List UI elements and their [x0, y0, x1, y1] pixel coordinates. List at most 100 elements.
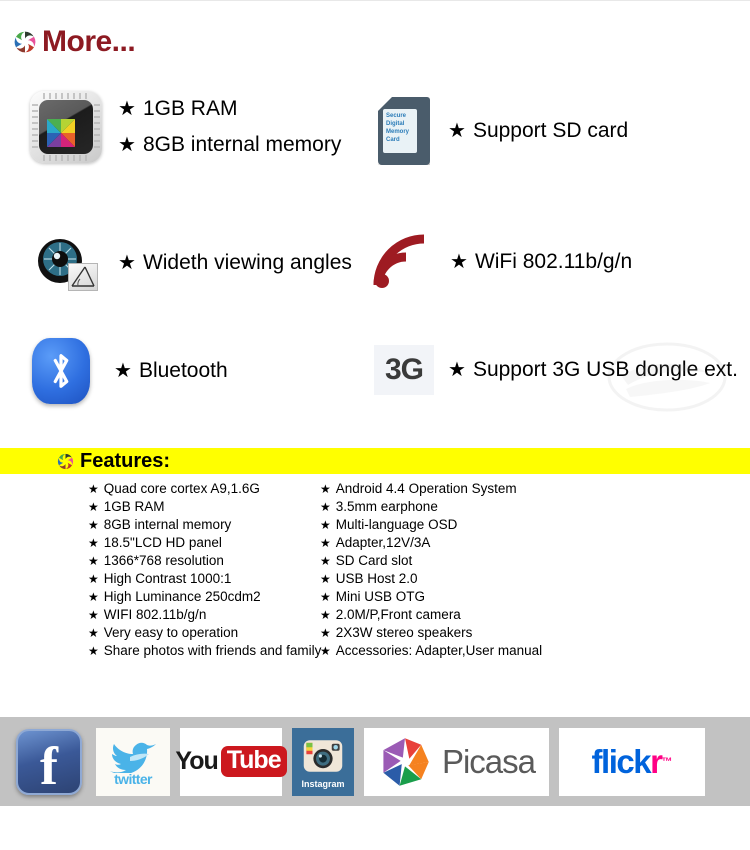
feature-label: 8GB internal memory — [103, 517, 232, 532]
social-link-instagram[interactable]: Instagram — [292, 727, 354, 796]
flickr-tm-label: ™ — [661, 755, 673, 768]
star-bullet-icon: ★ — [88, 554, 99, 568]
star-bullet-icon: ★ — [88, 590, 99, 604]
star-bullet-icon: ★ — [450, 251, 468, 273]
flickr-blue-label: flick — [591, 742, 652, 780]
page-title: More... — [42, 25, 136, 58]
social-link-flickr[interactable]: flick r ™ — [559, 727, 705, 796]
feature-list-item: ★ USB Host 2.0 — [320, 570, 710, 588]
star-bullet-icon: ★ — [88, 644, 99, 658]
feature-list-item: ★ Mini USB OTG — [320, 588, 710, 606]
spec-label: Support SD card — [472, 119, 629, 142]
star-bullet-icon: ★ — [88, 536, 99, 550]
feature-label: 2.0M/P,Front camera — [335, 607, 461, 622]
spec-row-bluetooth: ★ Bluetooth — [32, 338, 228, 404]
bluetooth-icon — [32, 338, 90, 404]
youtube-you-label: You — [175, 747, 218, 775]
star-bullet-icon: ★ — [88, 572, 99, 586]
star-bullet-icon: ★ — [320, 518, 331, 532]
spec-row-viewing-angle: ★ Wideth viewing angles — [36, 235, 352, 291]
spec-row-3g: 3G ★ Support 3G USB dongle ext. — [374, 345, 738, 395]
sd-card-icon: Secure Digital Memory Card — [378, 97, 430, 165]
feature-list-item: ★ Adapter,12V/3A — [320, 534, 710, 552]
spec-label: 8GB internal memory — [142, 133, 342, 156]
spec-line: ★ 8GB internal memory — [118, 133, 341, 157]
star-bullet-icon: ★ — [320, 572, 331, 586]
feature-label: SD Card slot — [335, 553, 413, 568]
social-link-twitter[interactable]: twitter — [96, 727, 170, 796]
facebook-icon: f — [16, 728, 82, 796]
feature-label: Quad core cortex A9,1.6G — [103, 481, 260, 496]
star-bullet-icon: ★ — [88, 482, 99, 496]
social-link-picasa[interactable]: Picasa — [364, 727, 549, 796]
social-links-bar: f twitter You Tube Instagram Picasa flic… — [0, 717, 750, 806]
youtube-tube-label: Tube — [220, 746, 287, 777]
twitter-bird-icon — [110, 742, 156, 773]
feature-list-item: ★ Very easy to operation — [88, 624, 310, 642]
feature-label: Mini USB OTG — [335, 589, 426, 604]
spec-label: Support 3G USB dongle ext. — [472, 358, 738, 381]
star-bullet-icon: ★ — [118, 252, 136, 274]
feature-list-item: ★ Quad core cortex A9,1.6G — [88, 480, 310, 498]
instagram-camera-icon — [303, 739, 343, 772]
feature-list-item: ★ High Luminance 250cdm2 — [88, 588, 310, 606]
spec-row-wifi: ★ WiFi 802.11b/g/n — [372, 233, 632, 291]
star-bullet-icon: ★ — [448, 120, 466, 142]
features-banner: Features: — [0, 448, 750, 474]
star-bullet-icon: ★ — [320, 536, 331, 550]
star-bullet-icon: ★ — [320, 644, 331, 658]
star-bullet-icon: ★ — [320, 626, 331, 640]
feature-list-item: ★ Android 4.4 Operation System — [320, 480, 710, 498]
features-right-column: ★ Android 4.4 Operation System ★ 3.5mm earp… — [310, 480, 710, 660]
social-link-facebook[interactable]: f — [12, 727, 86, 796]
spec-label: Wideth viewing angles — [142, 251, 352, 274]
more-header: More... — [12, 25, 136, 58]
feature-list-item: ★ WIFI 802.11b/g/n — [88, 606, 310, 624]
spec-label: WiFi 802.11b/g/n — [474, 250, 633, 273]
feature-list-item: ★ SD Card slot — [320, 552, 710, 570]
product-feature-page: More... ★ 1GB RAM ★ 8GB internal memory … — [0, 0, 750, 850]
feature-list-item: ★ 1GB RAM — [88, 498, 310, 516]
feature-label: Very easy to operation — [103, 625, 239, 640]
twitter-label: twitter — [114, 770, 152, 787]
feature-label: 1GB RAM — [103, 499, 165, 514]
spec-line: ★ Wideth viewing angles — [118, 251, 352, 275]
feature-label: Android 4.4 Operation System — [335, 481, 517, 496]
feature-label: High Luminance 250cdm2 — [103, 589, 261, 604]
feature-label: Multi-language OSD — [335, 517, 458, 532]
star-bullet-icon: ★ — [88, 608, 99, 622]
sd-card-label: Secure Digital Memory Card — [383, 109, 417, 153]
feature-label: WIFI 802.11b/g/n — [103, 607, 207, 622]
feature-label: Accessories: Adapter,User manual — [335, 643, 543, 658]
feature-label: 2X3W stereo speakers — [335, 625, 473, 640]
picasa-shutter-icon — [383, 737, 429, 786]
spec-grid: ★ 1GB RAM ★ 8GB internal memory Secure Di… — [0, 83, 750, 431]
viewing-angle-eye-icon — [36, 235, 98, 291]
star-bullet-icon: ★ — [88, 500, 99, 514]
feature-label: High Contrast 1000:1 — [103, 571, 232, 586]
feature-label: Adapter,12V/3A — [335, 535, 431, 550]
social-link-youtube[interactable]: You Tube — [175, 727, 287, 796]
spec-line: ★ Bluetooth — [114, 359, 228, 383]
star-bullet-icon: ★ — [320, 500, 331, 514]
spec-row-memory: ★ 1GB RAM ★ 8GB internal memory — [30, 91, 341, 163]
features-left-column: ★ Quad core cortex A9,1.6G ★ 1GB RAM ★ 8GB in… — [0, 480, 321, 660]
star-bullet-icon: ★ — [448, 359, 466, 381]
star-bullet-icon: ★ — [320, 590, 331, 604]
spec-row-sd-card: Secure Digital Memory Card ★ Support SD car… — [378, 97, 628, 165]
feature-list-item: ★ Multi-language OSD — [320, 516, 710, 534]
feature-list-item: ★ 3.5mm earphone — [320, 498, 710, 516]
feature-list-item: ★ High Contrast 1000:1 — [88, 570, 310, 588]
star-bullet-icon: ★ — [88, 518, 99, 532]
feature-label: 1366*768 resolution — [103, 553, 224, 568]
facebook-f-label: f — [40, 735, 58, 796]
spec-line: ★ Support SD card — [448, 119, 628, 143]
memory-chip-icon — [30, 91, 102, 163]
spec-line: ★ 1GB RAM — [118, 97, 341, 121]
star-bullet-icon: ★ — [118, 98, 136, 120]
feature-list-item: ★ Accessories: Adapter,User manual — [320, 642, 710, 660]
feature-list-item: ★ 2.0M/P,Front camera — [320, 606, 710, 624]
pinwheel-icon — [12, 29, 38, 55]
star-bullet-icon: ★ — [320, 608, 331, 622]
features-columns: ★ Quad core cortex A9,1.6G ★ 1GB RAM ★ 8GB in… — [0, 480, 750, 660]
